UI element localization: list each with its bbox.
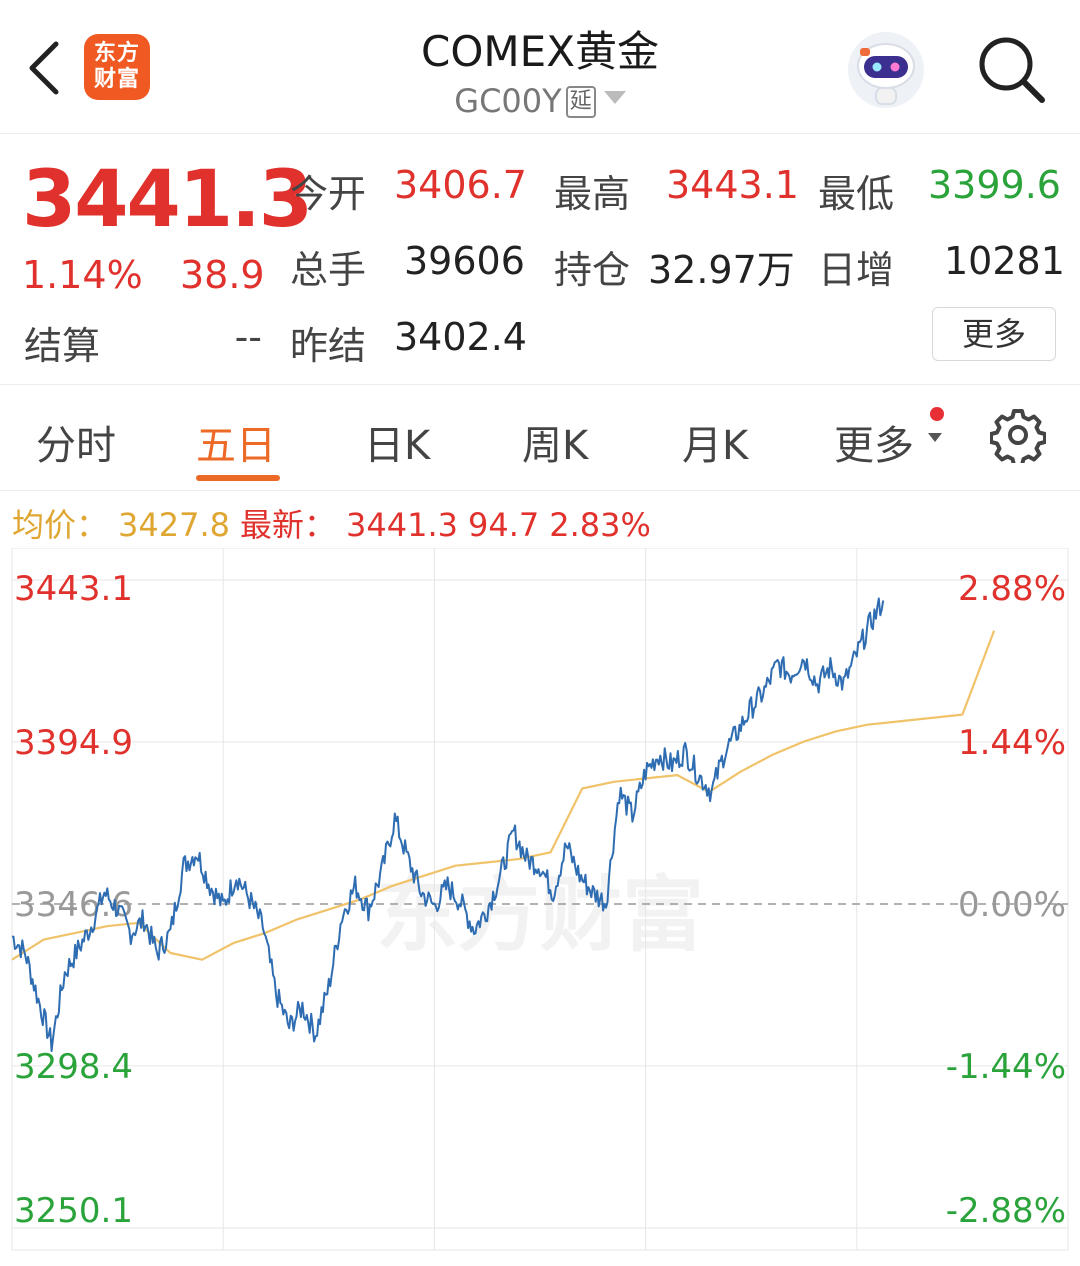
y-tick-label-left: 3443.1 [14,569,133,609]
gear-icon[interactable] [990,407,1046,463]
avg-label: 均价： [12,506,109,544]
y-tick-label-left: 3394.9 [14,723,133,763]
open-label: 今开 [290,172,367,216]
price-line [11,597,885,1052]
chart-info-line: 均价： 3427.8 最新： 3441.3 94.7 2.83% [12,500,661,546]
latest-change-percent: 2.83% [549,506,651,544]
settle-label: 结算 [24,324,101,368]
settle-value: -- [234,315,262,359]
last-price: 3441.3 [22,155,313,245]
tab-intraday[interactable]: 分时 [36,413,116,471]
divider [0,490,1080,491]
y-tick-label-right: -1.44% [946,1047,1066,1087]
contract-code: GC00Y [454,82,562,120]
open-interest-value: 32.97万 [648,248,795,292]
prev-settle-label: 昨结 [290,324,367,368]
five-day-price-chart[interactable]: 东方财富3443.1 2.88%3394.9 1.44%3346.6 0.00%329… [0,548,1080,1266]
daily-increase-label: 日增 [818,248,895,292]
search-icon[interactable] [970,28,1052,110]
change-percent: 1.14% [22,253,143,297]
daily-increase-value: 10281 [944,239,1065,283]
high-value: 3443.1 [666,163,799,207]
tab-more[interactable]: 更多 [834,413,914,471]
tab-weekly-k[interactable]: 周K [522,413,588,471]
y-tick-label-left: 3250.1 [14,1191,133,1231]
active-tab-indicator [196,475,280,481]
prev-settle-value: 3402.4 [394,315,527,359]
watermark-text: 东方财富 [376,868,704,963]
volume-value: 39606 [404,239,525,283]
header-bar: 东方 财富 COMEX黄金 GC00Y 延 [0,0,1080,134]
more-quote-button[interactable]: 更多 [932,307,1056,361]
latest-change-amount: 94.7 [467,506,540,544]
y-tick-label-right: 0.00% [958,885,1066,925]
dropdown-triangle-icon [603,91,626,104]
y-tick-label-left: 3298.4 [14,1047,133,1087]
latest-label: 最新： [239,506,336,544]
change-amount: 38.9 [180,253,265,297]
tab-monthly-k[interactable]: 月K [682,413,748,471]
y-tick-label-right: 1.44% [958,723,1066,763]
notification-dot [930,407,944,421]
latest-value: 3441.3 [346,506,458,544]
open-interest-label: 持仓 [554,248,631,292]
quote-panel: 3441.3 1.14% 38.9 结算 -- 今开 3406.7 最高 344… [0,135,1080,385]
y-tick-label-right: 2.88% [958,569,1066,609]
high-label: 最高 [554,172,631,216]
y-tick-label-right: -2.88% [946,1191,1066,1231]
robot-assistant-icon[interactable] [846,30,926,110]
avg-value: 3427.8 [118,506,230,544]
tab-five-day[interactable]: 五日 [196,413,276,471]
divider [0,384,1080,385]
low-value: 3399.6 [928,163,1061,207]
open-value: 3406.7 [394,163,527,207]
delay-badge: 延 [565,86,596,118]
more-caret-icon [928,433,942,442]
tab-daily-k[interactable]: 日K [364,413,430,471]
volume-label: 总手 [290,248,367,292]
chart-period-tabs: 分时 五日 日K 周K 月K 更多 [0,395,1080,485]
low-label: 最低 [818,172,895,216]
